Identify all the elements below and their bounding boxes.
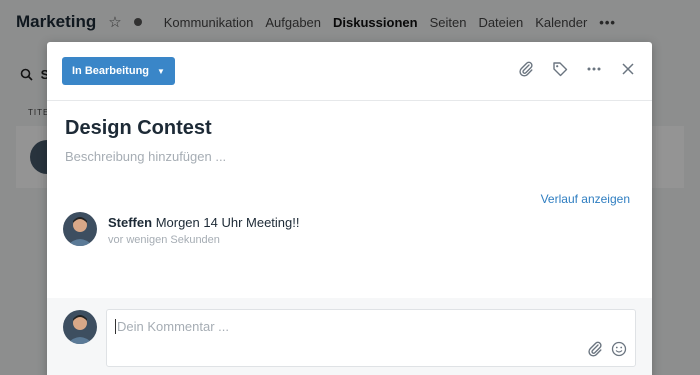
comment-timestamp: vor wenigen Sekunden (108, 234, 220, 246)
description-field[interactable]: Beschreibung hinzufügen ... (65, 149, 226, 164)
comment-author[interactable]: Steffen (108, 215, 152, 230)
discussion-modal: In Bearbeitung ▼ Design Contest Beschrei… (47, 42, 652, 375)
modal-header: In Bearbeitung ▼ (47, 42, 652, 101)
close-icon[interactable] (618, 59, 638, 79)
comment-line: Steffen Morgen 14 Uhr Meeting!! (108, 215, 299, 230)
comment-item: Steffen Morgen 14 Uhr Meeting!! vor weni… (63, 212, 299, 246)
composer-actions (587, 341, 627, 362)
status-label: In Bearbeitung (72, 65, 150, 77)
caret-down-icon: ▼ (157, 66, 165, 76)
avatar (63, 212, 97, 246)
header-actions (516, 59, 638, 79)
avatar (63, 310, 97, 344)
more-icon[interactable] (584, 59, 604, 79)
comment-box[interactable] (106, 309, 636, 367)
emoji-icon[interactable] (611, 341, 627, 362)
comment-input[interactable] (115, 319, 515, 334)
history-link[interactable]: Verlauf anzeigen (541, 192, 630, 206)
comment-text: Morgen 14 Uhr Meeting!! (155, 215, 300, 230)
comment-composer (47, 298, 652, 375)
comment-body: Steffen Morgen 14 Uhr Meeting!! vor weni… (108, 215, 299, 246)
status-dropdown-button[interactable]: In Bearbeitung ▼ (62, 57, 175, 85)
attachment-icon[interactable] (516, 59, 536, 79)
attachment-icon[interactable] (587, 341, 603, 362)
tag-icon[interactable] (550, 59, 570, 79)
discussion-title[interactable]: Design Contest (65, 117, 212, 140)
